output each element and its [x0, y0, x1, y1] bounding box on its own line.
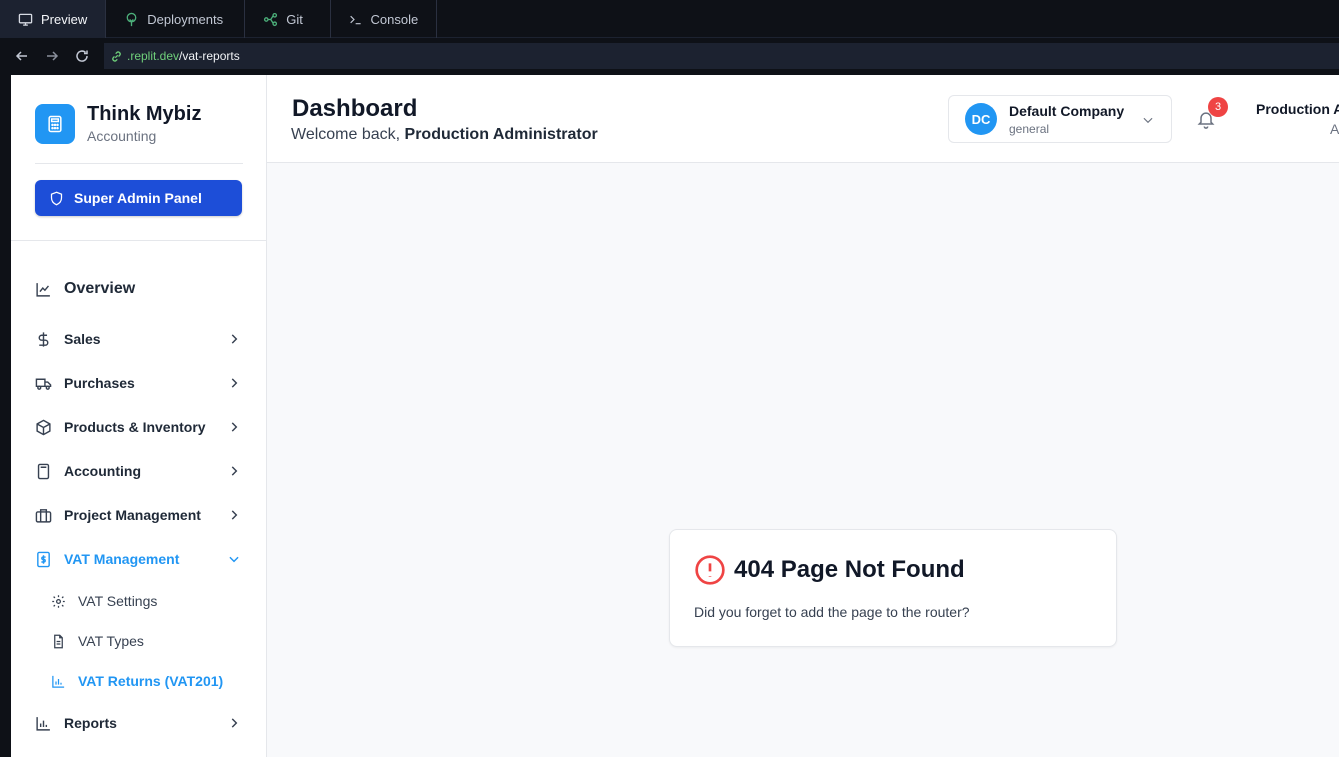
browser-url-bar: .replit.dev/vat-reports	[0, 38, 1339, 74]
chevron-down-icon	[229, 556, 239, 563]
sidebar-subitem-label: VAT Settings	[78, 593, 158, 609]
sidebar-subitem-vat-returns[interactable]: VAT Returns (VAT201)	[11, 661, 267, 701]
chevron-right-icon	[231, 334, 238, 344]
brand-subtitle: Accounting	[87, 128, 157, 144]
sidebar-item-label: Project Management	[64, 507, 201, 523]
truck-icon	[35, 378, 52, 390]
sidebar-item-label: Accounting	[64, 463, 141, 479]
welcome-message: Welcome back, Production Administrator	[291, 126, 598, 144]
chevron-right-icon	[231, 378, 238, 388]
url-field[interactable]: .replit.dev/vat-reports	[104, 43, 1339, 69]
sidebar-item-label: Products & Inventory	[64, 419, 206, 435]
admin-button-label: Super Admin Panel	[74, 190, 202, 206]
calculator-icon	[37, 463, 50, 479]
sidebar-item-label: Overview	[64, 280, 136, 297]
sidebar-item-project-management[interactable]: Project Management	[11, 493, 267, 537]
monitor-icon	[18, 13, 33, 26]
sidebar: Think Mybiz Accounting Super Admin Panel…	[11, 75, 267, 757]
bar-chart-icon	[52, 675, 65, 688]
ide-tab-bar: Preview Deployments Git Console	[0, 0, 1339, 38]
sidebar-item-label: VAT Management	[64, 551, 180, 567]
sidebar-item-label: Sales	[64, 331, 101, 347]
sidebar-item-purchases[interactable]: Purchases	[11, 361, 267, 405]
sidebar-item-accounting[interactable]: Accounting	[11, 449, 267, 493]
company-avatar: DC	[965, 103, 997, 135]
receipt-dollar-icon	[37, 551, 50, 567]
back-arrow-icon[interactable]	[14, 48, 30, 64]
deploy-icon	[126, 12, 137, 26]
shield-icon	[50, 191, 63, 205]
not-found-title: 404 Page Not Found	[694, 554, 965, 586]
gear-icon	[52, 594, 65, 608]
chevron-right-icon	[231, 718, 238, 728]
page-header: Dashboard Welcome back, Production Admin…	[267, 75, 1339, 163]
chevron-right-icon	[231, 466, 238, 476]
link-icon	[112, 50, 121, 62]
sidebar-item-reports[interactable]: Reports	[11, 701, 267, 745]
tab-deployments[interactable]: Deployments	[106, 0, 246, 38]
tab-label: Console	[370, 11, 419, 27]
company-type: general	[1009, 121, 1050, 136]
tab-git[interactable]: Git	[245, 0, 332, 38]
briefcase-icon	[35, 508, 52, 523]
chevron-right-icon	[231, 422, 238, 432]
sidebar-nav: Overview Sales Purchases Products & Inve…	[11, 267, 267, 745]
sidebar-item-sales[interactable]: Sales	[11, 317, 267, 361]
alert-circle-icon	[695, 555, 725, 585]
url-host: .replit.dev	[127, 49, 180, 63]
chevron-right-icon	[231, 510, 238, 520]
tab-label: Git	[286, 11, 303, 27]
sidebar-item-label: Reports	[64, 715, 117, 731]
company-selector[interactable]: DC Default Company general	[948, 95, 1172, 143]
not-found-title-text: 404 Page Not Found	[734, 556, 965, 583]
sidebar-subitem-label: VAT Types	[78, 633, 144, 649]
sidebar-subitem-vat-types[interactable]: VAT Types	[11, 621, 267, 661]
divider	[11, 240, 267, 241]
user-name[interactable]: Production Administrator	[1256, 101, 1339, 117]
divider	[35, 163, 243, 164]
file-icon	[54, 634, 63, 648]
console-icon	[350, 15, 361, 24]
user-role: Admin	[1330, 121, 1339, 137]
brand-title: Think Mybiz	[87, 103, 202, 125]
not-found-message: Did you forget to add the page to the ro…	[694, 604, 970, 620]
welcome-user: Production Administrator	[404, 126, 598, 143]
tab-console[interactable]: Console	[331, 0, 438, 38]
tab-label: Deployments	[147, 11, 224, 27]
url-path: /vat-reports	[179, 49, 240, 63]
reload-icon[interactable]	[74, 48, 90, 64]
forward-arrow-icon[interactable]	[44, 48, 60, 64]
sidebar-item-products-inventory[interactable]: Products & Inventory	[11, 405, 267, 449]
sidebar-subitem-vat-settings[interactable]: VAT Settings	[11, 581, 267, 621]
dollar-icon	[38, 331, 49, 347]
line-chart-icon	[36, 282, 50, 297]
tab-preview[interactable]: Preview	[0, 0, 107, 38]
notification-badge: 3	[1208, 97, 1228, 117]
git-icon	[264, 12, 278, 26]
tab-label: Preview	[41, 11, 88, 27]
sidebar-subitem-label: VAT Returns (VAT201)	[78, 673, 224, 689]
box-icon	[36, 419, 51, 435]
chevron-down-icon	[1143, 117, 1153, 124]
sidebar-item-vat-management[interactable]: VAT Management	[11, 537, 267, 581]
app-preview: Think Mybiz Accounting Super Admin Panel…	[11, 75, 1339, 757]
super-admin-panel-button[interactable]: Super Admin Panel	[35, 180, 242, 216]
bar-chart-icon	[36, 716, 50, 731]
welcome-prefix: Welcome back,	[291, 126, 405, 143]
company-name: Default Company	[1009, 102, 1125, 119]
sidebar-item-label: Purchases	[64, 375, 135, 391]
page-title: Dashboard	[292, 95, 418, 122]
calculator-logo-icon	[35, 103, 75, 144]
brand: Think Mybiz Accounting	[35, 103, 201, 144]
not-found-card: 404 Page Not Found Did you forget to add…	[669, 529, 1117, 647]
sidebar-item-overview[interactable]: Overview	[11, 267, 267, 311]
